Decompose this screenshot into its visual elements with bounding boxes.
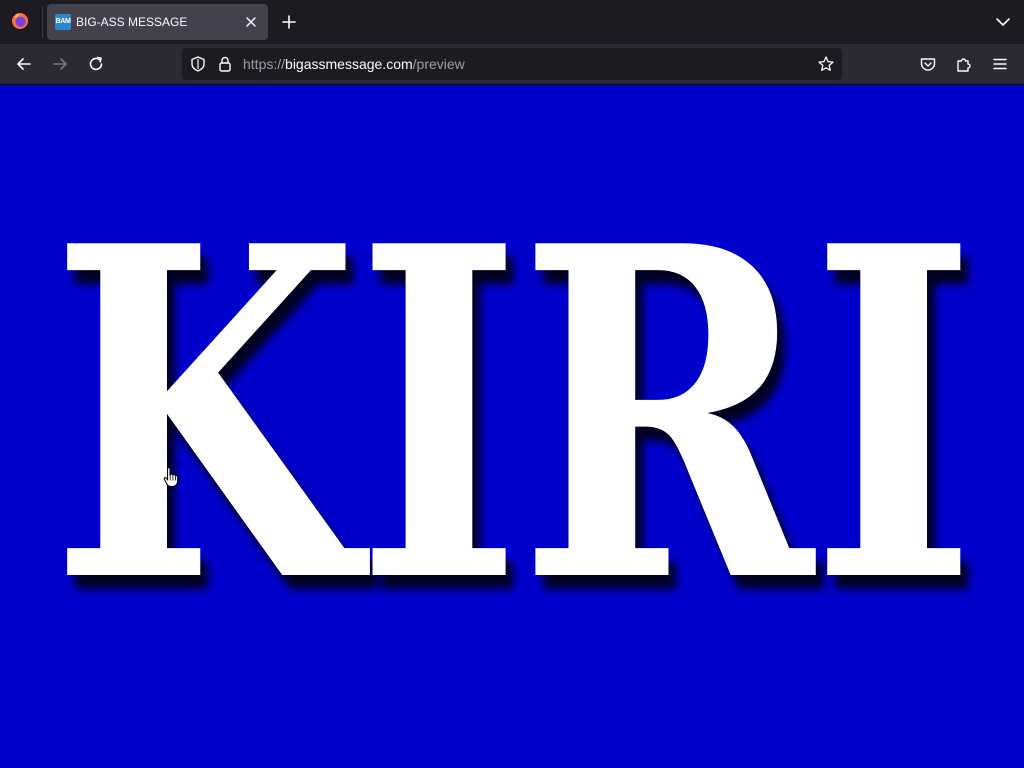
hamburger-menu-icon[interactable]	[991, 55, 1009, 73]
arrow-left-icon[interactable]	[15, 55, 33, 73]
puzzle-icon[interactable]	[955, 55, 973, 73]
navigation-toolbar: https://bigassmessage.com/preview	[0, 44, 1024, 85]
tab-divider	[42, 6, 43, 38]
arrow-right-icon[interactable]	[51, 55, 69, 73]
url-domain: bigassmessage.com	[285, 56, 413, 72]
tab-active[interactable]: BAM BIG-ASS MESSAGE	[47, 4, 268, 40]
big-message-text: KIRI	[50, 149, 977, 683]
tab-title: BIG-ASS MESSAGE	[76, 15, 188, 29]
url-bar[interactable]: https://bigassmessage.com/preview	[182, 48, 842, 80]
star-icon[interactable]	[817, 55, 835, 73]
url-scheme: https://	[243, 56, 286, 72]
firefox-logo-icon[interactable]	[11, 12, 29, 30]
tab-strip: BAM BIG-ASS MESSAGE	[0, 0, 1024, 44]
shield-icon[interactable]	[189, 55, 207, 73]
close-icon[interactable]	[242, 13, 260, 31]
url-path: /preview	[412, 56, 465, 72]
page-content: KIRI	[0, 85, 1024, 768]
reload-icon[interactable]	[87, 55, 105, 73]
tab-favicon: BAM	[55, 14, 71, 30]
chevron-down-icon[interactable]	[994, 13, 1012, 31]
lock-icon[interactable]	[216, 55, 234, 73]
url-text[interactable]: https://bigassmessage.com/preview	[243, 56, 465, 72]
plus-icon[interactable]	[280, 13, 298, 31]
pocket-icon[interactable]	[919, 55, 937, 73]
hand-pointer-cursor	[163, 466, 179, 488]
